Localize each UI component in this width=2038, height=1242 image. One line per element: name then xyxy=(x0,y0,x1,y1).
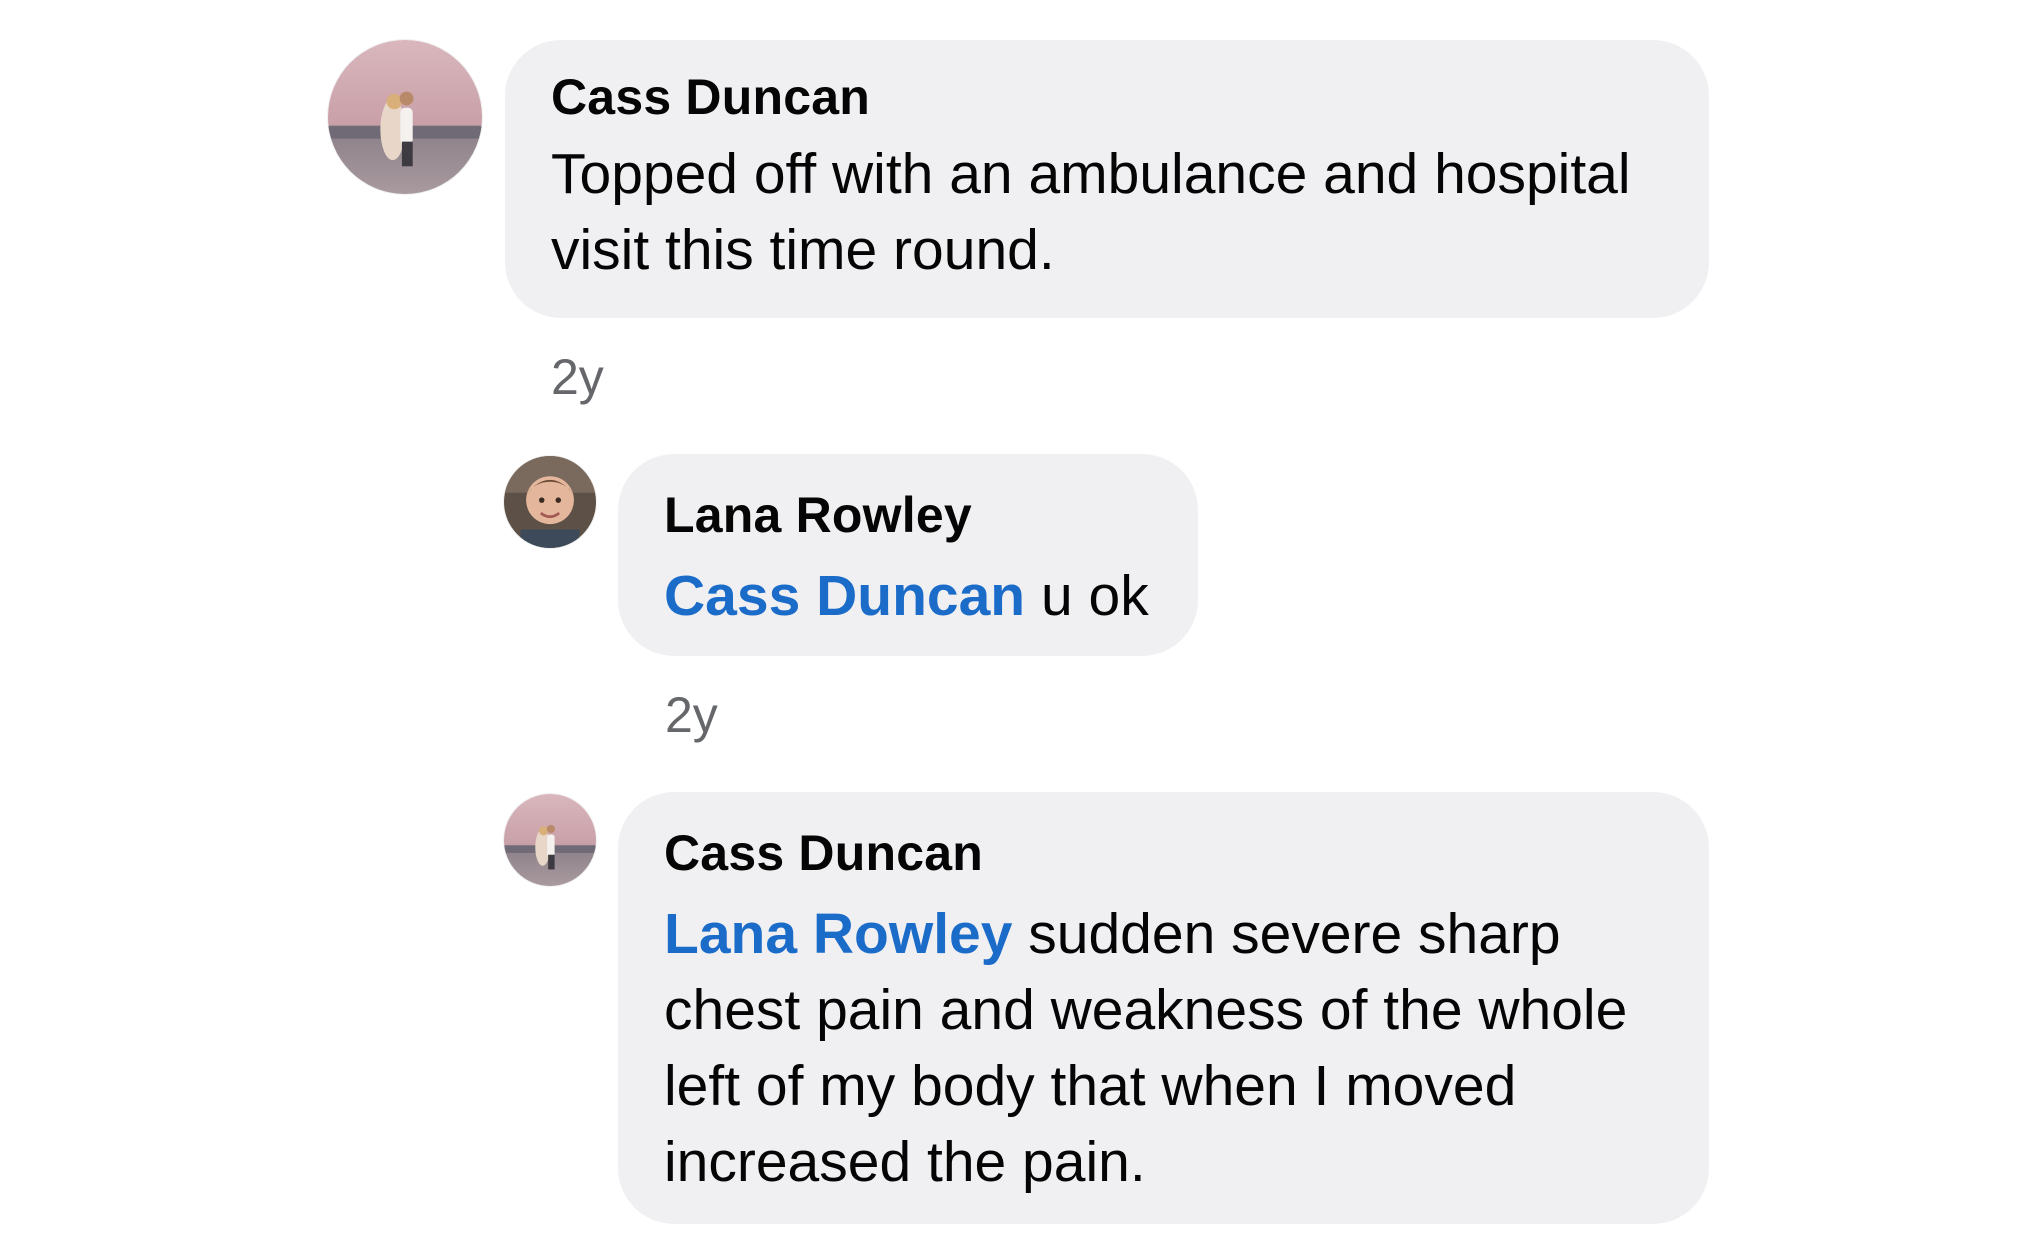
comment-body: u ok xyxy=(1025,564,1149,628)
comment-author[interactable]: Cass Duncan xyxy=(551,68,1665,126)
avatar[interactable] xyxy=(504,456,596,548)
comment-author[interactable]: Lana Rowley xyxy=(664,486,1154,544)
avatar[interactable] xyxy=(504,794,596,886)
comment-bubble: Cass Duncan Lana Rowley sudden severe sh… xyxy=(618,792,1709,1224)
profile-photo-couple-beach-icon xyxy=(504,794,596,886)
comment-bubble: Lana Rowley Cass Duncan u ok xyxy=(618,454,1198,656)
comment-author[interactable]: Cass Duncan xyxy=(664,824,1669,882)
comment-text: Cass Duncan u ok xyxy=(664,558,1154,634)
profile-photo-couple-beach-icon xyxy=(328,40,482,194)
comment-text: Topped off with an ambulance and hospita… xyxy=(551,142,1631,282)
comment-timestamp[interactable]: 2y xyxy=(665,686,718,744)
profile-photo-child-icon xyxy=(504,456,596,548)
avatar[interactable] xyxy=(328,40,482,194)
comment-text: Lana Rowley sudden severe sharp chest pa… xyxy=(664,896,1669,1200)
mention-link[interactable]: Lana Rowley xyxy=(664,902,1012,966)
comment-timestamp[interactable]: 2y xyxy=(551,348,604,406)
mention-link[interactable]: Cass Duncan xyxy=(664,564,1025,628)
comment-bubble: Cass Duncan Topped off with an ambulance… xyxy=(505,40,1709,318)
